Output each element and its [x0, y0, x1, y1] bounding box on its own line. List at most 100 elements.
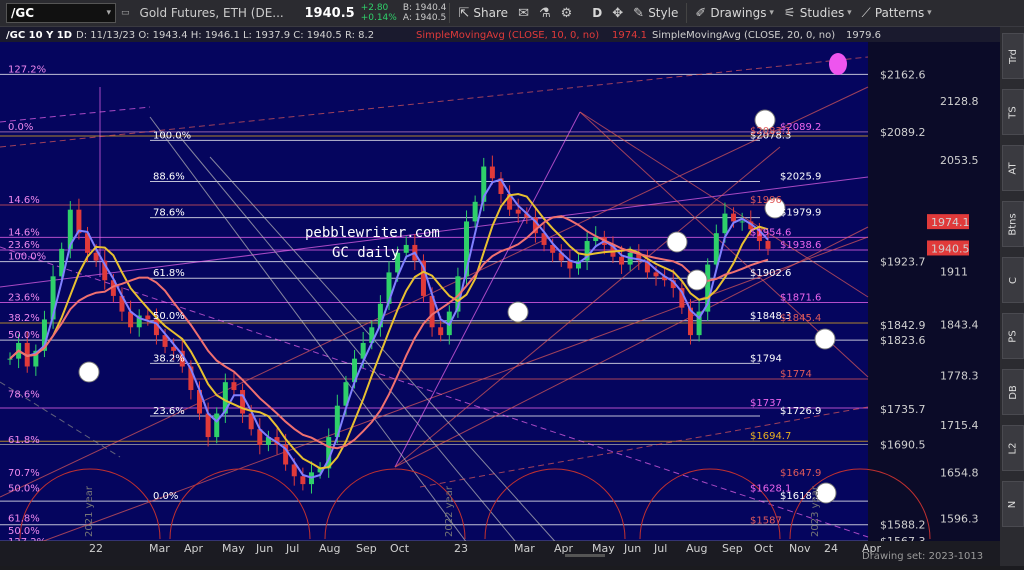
fib-mid-label: 38.2% — [153, 353, 185, 364]
y-tick-label: 1911 — [940, 266, 968, 279]
price-level-label: $1979.9 — [780, 208, 821, 219]
candle-body — [722, 213, 728, 234]
candle-body — [472, 201, 478, 222]
candle-body — [214, 413, 220, 438]
price-tag: 1974.1 — [931, 216, 970, 229]
candle-body — [739, 221, 745, 223]
price-level-label: $1694.7 — [750, 431, 791, 442]
share-label: Share — [473, 6, 509, 20]
pointer-icon: ✥ — [612, 5, 624, 21]
drawings-icon: ✐ — [695, 5, 711, 21]
x-tick-label: Aug — [686, 542, 707, 555]
draw-icon: ✎ — [633, 5, 649, 21]
fib-left-label: 50.0% — [8, 330, 40, 341]
change-value: +2.80 — [360, 3, 389, 13]
right-tab-l2[interactable]: L2 — [1002, 425, 1024, 471]
price-level-label: $1871.6 — [780, 293, 821, 304]
right-tab-ts[interactable]: TS — [1002, 89, 1024, 135]
target-circle — [814, 328, 836, 350]
x-tick-label: 22 — [89, 542, 103, 555]
price-level-label: $1794 — [750, 353, 782, 364]
fib-mid-label: 100.0% — [153, 130, 191, 141]
right-tab-label: L2 — [1007, 442, 1019, 454]
right-tab-n[interactable]: N — [1002, 481, 1024, 527]
candle-body — [205, 413, 211, 438]
right-tab-trd[interactable]: Trd — [1002, 33, 1024, 79]
x-tick-label: Jul — [653, 542, 667, 555]
right-tab-at[interactable]: AT — [1002, 145, 1024, 191]
price-axis-panel — [868, 27, 1000, 566]
fib-mid-label: 88.6% — [153, 172, 185, 183]
pointer-button[interactable]: ✥ — [607, 0, 628, 26]
right-tab-label: Btns — [1007, 212, 1019, 236]
price-level-label: $1737 — [750, 398, 782, 409]
price-tag: $1735.7 — [880, 403, 926, 416]
x-tick-label: Jul — [285, 542, 299, 555]
right-tab-label: C — [1007, 276, 1019, 284]
fib-left-label: 100.0% — [8, 252, 46, 263]
right-tab-btns[interactable]: Btns — [1002, 201, 1024, 247]
symbol-selector[interactable]: /GC ▾ — [6, 3, 116, 23]
price-tag: $1823.6 — [880, 334, 926, 347]
right-tab-db[interactable]: DB — [1002, 369, 1024, 415]
bid-ask-box: B: 1940.4 A: 1940.5 — [403, 3, 447, 23]
period-button[interactable]: D — [587, 0, 607, 26]
chevron-down-icon: ▾ — [924, 8, 932, 18]
fib-mid-label: 23.6% — [153, 406, 185, 417]
settings-button[interactable]: ⚙ — [556, 0, 578, 26]
style-button[interactable]: ✎ Style — [628, 0, 683, 26]
price-tag: $1690.5 — [880, 439, 926, 452]
bell-icon: ✉ — [518, 5, 529, 21]
price-tag: $1842.9 — [880, 319, 926, 332]
y-tick-label: 1596.3 — [940, 512, 979, 525]
right-tab-label: PS — [1007, 329, 1019, 343]
candle-body — [153, 319, 159, 336]
drawings-label: Drawings — [710, 6, 767, 20]
year-label: 2021 year — [84, 485, 95, 537]
candle-body — [731, 213, 737, 222]
candle-body — [240, 390, 246, 414]
chart-svg[interactable]: 127.2%0.0%14.6%14.6%23.6%100.0%23.6%38.2… — [0, 27, 1000, 566]
drawings-button[interactable]: ✐ Drawings ▾ — [690, 0, 779, 26]
right-sidebar: Trd TS AT Btns C PS DB L2 N — [1000, 27, 1024, 566]
symbol-label: /GC — [11, 6, 35, 20]
fib-left-label: 61.8% — [8, 513, 40, 524]
gear-icon: ⚙ — [560, 5, 573, 21]
fib-left-label: 14.6% — [8, 195, 40, 206]
y-tick-label: 1654.8 — [940, 467, 979, 480]
fib-left-label: 14.6% — [8, 227, 40, 238]
right-tab-c[interactable]: C — [1002, 257, 1024, 303]
price-level-label: $1996 — [750, 195, 782, 206]
alert-button[interactable]: ✉ — [513, 0, 534, 26]
chart-area[interactable]: 127.2% 0.0% 14.6% 14.6% 23.6% 100.0% 23.6% 38.2… — [0, 27, 1024, 566]
price-tag: $1588.2 — [880, 519, 926, 532]
share-icon: ⇱ — [458, 5, 474, 21]
x-tick-label: Mar — [149, 542, 170, 555]
candle-body — [403, 244, 409, 253]
candle-body — [300, 476, 306, 485]
patterns-button[interactable]: ⟋ Patterns ▾ — [857, 0, 937, 26]
y-tick-label: 2128.8 — [940, 95, 979, 108]
chevron-down-icon: ▾ — [766, 8, 774, 18]
share-button[interactable]: ⇱ Share — [453, 0, 513, 26]
candle-body — [515, 209, 521, 214]
sma10-value: 1974.1 — [612, 30, 647, 41]
year-label: 2023 year — [810, 485, 821, 537]
add-symbol-icon[interactable]: ▭ — [116, 0, 135, 26]
fib-left-label: 38.2% — [8, 313, 40, 324]
price-level-label: $1647.9 — [780, 468, 821, 479]
last-price: 1940.5 — [304, 5, 355, 21]
x-tick-label: Sep — [356, 542, 377, 555]
flask-button[interactable]: ⚗ — [534, 0, 556, 26]
price-level-label: $1774 — [780, 369, 812, 380]
price-tag: $2089.2 — [880, 126, 926, 139]
patterns-icon: ⟋ — [861, 5, 875, 21]
x-tick-label: Mar — [514, 542, 535, 555]
right-tab-ps[interactable]: PS — [1002, 313, 1024, 359]
studies-button[interactable]: ⚟ Studies ▾ — [779, 0, 857, 26]
style-label: Style — [648, 6, 679, 20]
fib-left-label: 127.2% — [8, 64, 46, 75]
x-tick-label: Apr — [554, 542, 574, 555]
change-percent: +0.14% — [360, 13, 397, 23]
scrollbar-thumb[interactable] — [565, 554, 605, 557]
